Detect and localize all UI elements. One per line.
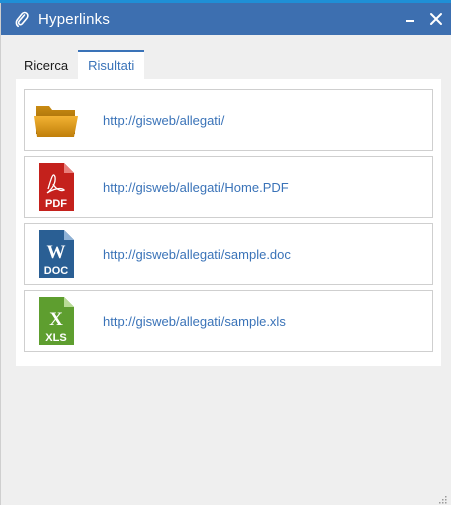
result-item[interactable]: X XLS http://gisweb/allegati/sample.xls xyxy=(24,290,433,352)
hyperlinks-window: Hyperlinks Ricerca Risultati http://gisw… xyxy=(0,3,451,505)
doc-file-icon: W DOC xyxy=(33,228,79,280)
resize-grip-icon[interactable] xyxy=(437,491,447,504)
pdf-file-icon: PDF xyxy=(33,161,79,213)
svg-text:X: X xyxy=(49,309,63,330)
result-link[interactable]: http://gisweb/allegati/sample.xls xyxy=(103,314,286,329)
result-link[interactable]: http://gisweb/allegati/sample.doc xyxy=(103,247,291,262)
svg-text:XLS: XLS xyxy=(45,332,66,344)
tab-ricerca[interactable]: Ricerca xyxy=(14,52,79,79)
window-title: Hyperlinks xyxy=(38,10,111,28)
tab-risultati[interactable]: Risultati xyxy=(78,50,145,79)
results-panel: http://gisweb/allegati/ PDF http://giswe… xyxy=(16,79,441,366)
tab-bar: Ricerca Risultati xyxy=(14,50,145,79)
svg-text:DOC: DOC xyxy=(44,265,69,277)
window-titlebar[interactable]: Hyperlinks xyxy=(1,3,451,35)
folder-icon xyxy=(33,94,79,146)
paperclip-icon xyxy=(12,9,32,29)
svg-text:PDF: PDF xyxy=(45,198,67,210)
minimize-icon[interactable] xyxy=(403,12,417,26)
result-item[interactable]: PDF http://gisweb/allegati/Home.PDF xyxy=(24,156,433,218)
result-item[interactable]: W DOC http://gisweb/allegati/sample.doc xyxy=(24,223,433,285)
result-link[interactable]: http://gisweb/allegati/ xyxy=(103,113,224,128)
xls-file-icon: X XLS xyxy=(33,295,79,347)
result-item[interactable]: http://gisweb/allegati/ xyxy=(24,89,433,151)
svg-text:W: W xyxy=(47,242,66,263)
result-link[interactable]: http://gisweb/allegati/Home.PDF xyxy=(103,180,289,195)
close-icon[interactable] xyxy=(429,12,443,26)
